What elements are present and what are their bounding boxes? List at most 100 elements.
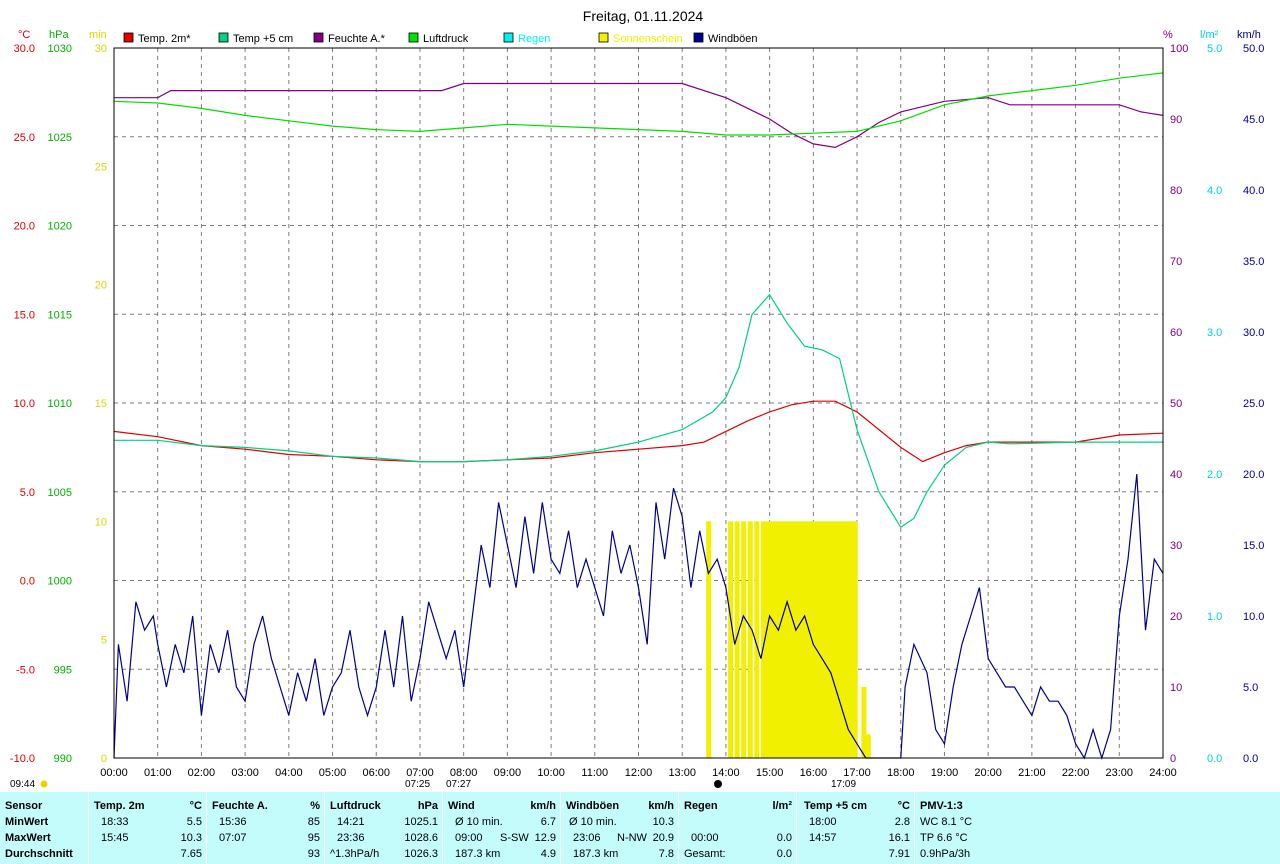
sunshine-bar <box>782 521 788 758</box>
druck-title: Luftdruck <box>330 800 381 812</box>
druck-min-time: 14:21 <box>337 816 365 828</box>
stats-luftdruck: Luftdruck hPa 14:21 1025.1 23:36 1028.6 ^1.… <box>324 792 443 864</box>
sunshine-bar <box>769 521 775 758</box>
temp2m-min: 5.5 <box>186 816 202 828</box>
temp-axis-unit: °C <box>18 29 30 41</box>
row-durchschnitt: Durchschnitt <box>5 848 73 860</box>
pmv-title: PMV-1:3 <box>920 800 963 812</box>
stats-pmv: PMV-1:3 WC 8.1 °C TP 6.6 °C 0.9hPa/3h <box>914 792 1280 864</box>
legend-swatch <box>218 32 229 43</box>
x-tick-label: 09:00 <box>494 767 522 779</box>
chart-legend: Temp. 2m* Temp +5 cm Feuchte A.* Luftdruck R… <box>123 32 758 45</box>
wind-tick-label: 30.0 <box>1243 327 1264 339</box>
temp2m-title: Temp. 2m <box>94 800 145 812</box>
sunshine-bar <box>741 521 747 758</box>
x-tick-label: 11:00 <box>581 767 608 779</box>
x-tick-label: 12:00 <box>625 767 653 779</box>
legend-label: Windböen <box>708 33 758 45</box>
sun-icon <box>40 780 48 788</box>
temp2m-max: 10.3 <box>180 832 202 844</box>
pmv-windchill: WC 8.1 °C <box>920 816 973 828</box>
boeen-avg-label: Ø 10 min. <box>569 816 617 828</box>
pressure-tick-label: 1020 <box>48 221 72 233</box>
wind-tick-label: 40.0 <box>1243 185 1264 197</box>
rain-tick-label: 2.0 <box>1207 469 1222 481</box>
wind-tick-label: 50.0 <box>1243 43 1264 55</box>
x-tick-label: 20:00 <box>974 767 1002 779</box>
regen-title: Regen <box>684 800 718 812</box>
legend-label: Sonnenschein <box>613 33 683 45</box>
wind-max: 12.9 <box>534 832 556 844</box>
boeen-title: Windböen <box>566 800 620 812</box>
boeen-mean: 7.8 <box>658 848 674 860</box>
humidity-tick-label: 90 <box>1170 114 1182 126</box>
legend-swatch <box>408 32 419 43</box>
series-lines <box>113 72 1164 761</box>
legend-swatch <box>123 32 134 43</box>
rain-tick-label: 5.0 <box>1207 43 1222 55</box>
sunshine-bar <box>728 521 734 758</box>
sunshine-tick-label: 0 <box>101 753 107 765</box>
regen-total: 0.0 <box>776 848 792 860</box>
x-tick-label: 23:00 <box>1106 767 1134 779</box>
x-tick-label: 10:00 <box>537 767 565 779</box>
sunshine-bar <box>839 521 845 758</box>
humidity-tick-label: 40 <box>1170 469 1182 481</box>
humidity-tick-label: 70 <box>1170 256 1182 268</box>
sunshine-bar <box>795 521 801 758</box>
temp-tick-label: 30.0 <box>14 43 35 55</box>
regen-max: 0.0 <box>776 832 792 844</box>
feuchte-unit: % <box>310 800 320 812</box>
druck-avg: 1026.3 <box>404 848 438 860</box>
wind-axis-unit: km/h <box>1237 29 1261 41</box>
temp2m-unit: °C <box>189 800 202 812</box>
sunshine-bar <box>830 521 836 758</box>
pmv-taupunkt: TP 6.6 °C <box>920 832 968 844</box>
humidity-tick-label: 60 <box>1170 327 1182 339</box>
wind-tick-label: 20.0 <box>1243 469 1264 481</box>
stats-temp2m: Temp. 2m °C 18:33 5.5 15:45 10.3 7.65 <box>88 792 207 864</box>
legend-swatch <box>313 32 324 43</box>
wind-title: Wind <box>448 800 475 812</box>
sunshine-bar <box>804 521 810 758</box>
pmv-pressure-trend: 0.9hPa/3h <box>920 848 971 860</box>
sunshine-bar <box>822 521 828 758</box>
x-tick-label: 04:00 <box>275 767 303 779</box>
druck-min: 1025.1 <box>404 816 438 828</box>
row-maxwert: MaxWert <box>5 832 51 844</box>
row-minwert: MinWert <box>5 816 49 828</box>
chart-grid <box>114 48 1163 758</box>
temp5-min-time: 18:00 <box>809 816 837 828</box>
stats-regen: Regen l/m² 00:00 0.0 Gesamt: 0.0 <box>678 792 797 864</box>
x-tick-label: 13:00 <box>668 767 696 779</box>
legend-label: Temp. 2m* <box>138 33 191 45</box>
pressure-tick-label: 990 <box>54 753 72 765</box>
feuchte-min: 85 <box>307 816 320 828</box>
sunshine-tick-label: 15 <box>95 398 107 410</box>
sunshine-bar <box>706 521 712 758</box>
sunshine-tick-label: 5 <box>101 635 107 647</box>
x-tick-label: 18:00 <box>887 767 915 779</box>
temp-tick-label: -10.0 <box>10 753 35 765</box>
x-tick-label: 06:00 <box>362 767 390 779</box>
feuchte-max-time: 07:07 <box>219 832 247 844</box>
rain-tick-label: 4.0 <box>1207 185 1222 197</box>
humidity-tick-label: 20 <box>1170 611 1182 623</box>
sunshine-bar <box>778 521 784 758</box>
boeen-max: 20.9 <box>652 832 674 844</box>
pressure-tick-label: 995 <box>54 664 72 676</box>
druck-max-time: 23:36 <box>337 832 365 844</box>
feuchte-title: Feuchte A. <box>212 800 268 812</box>
x-tick-label: 22:00 <box>1062 767 1090 779</box>
pressure-tick-label: 1005 <box>48 487 72 499</box>
feuchte-max: 95 <box>307 832 320 844</box>
x-tick-label: 16:00 <box>800 767 828 779</box>
wind-tick-label: 5.0 <box>1243 682 1258 694</box>
x-tick-label: 17:00 <box>843 767 871 779</box>
rain-axis-unit: l/m² <box>1200 29 1219 41</box>
boeen-unit: km/h <box>648 800 674 812</box>
sunshine-tick-label: 20 <box>95 280 107 292</box>
chart-title: Freitag, 01.11.2024 <box>583 8 704 24</box>
wind-distance: 187.3 km <box>455 848 501 860</box>
temp2m-min-time: 18:33 <box>101 816 129 828</box>
